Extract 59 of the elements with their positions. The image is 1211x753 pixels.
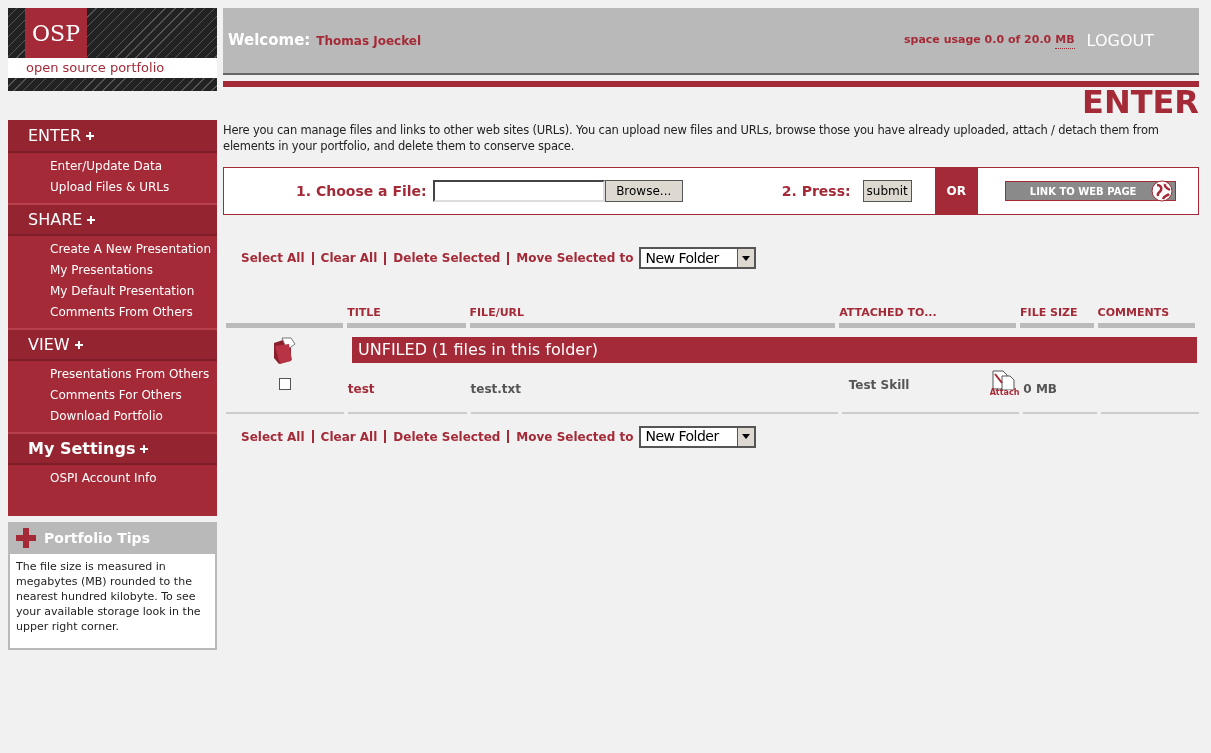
action-link[interactable]: Select All [241, 249, 305, 267]
page-title: ENTER [1082, 87, 1199, 117]
table-cell: test.txt [470, 381, 522, 396]
action-link[interactable]: Select All [241, 427, 305, 446]
checkbox[interactable] [278, 377, 291, 390]
move-label: Move Selected to [516, 428, 634, 446]
table-cell-text: Test Skill [847, 376, 910, 394]
logo-mark: OSP [25, 8, 87, 58]
column-header: FILE/URL [469, 305, 836, 328]
documents-icon [991, 369, 1018, 390]
sidebar-link[interactable]: OSPI Account Info [8, 468, 217, 489]
folder-dropdown[interactable]: New Folder [639, 247, 757, 269]
description: Here you can manage files and links to other web sites (URLs). You can upload new files and URLs, browse those you have already uploaded, attach / detach them from elements in your portfolio, and delete them to conserve space. [223, 122, 1160, 154]
space-usage: space usage 0.0 of 20.0 [904, 32, 1052, 49]
plus-icon [140, 444, 149, 453]
choose-file-label: 1. Choose a File: [296, 181, 427, 201]
folder-header: UNFILED (1 files in this folder) [352, 336, 1197, 363]
action-link[interactable]: Clear All [320, 249, 378, 267]
attach-link[interactable]: Attach [989, 369, 1020, 412]
folder-dropdown[interactable]: New Folder [639, 425, 757, 448]
sidebar-link[interactable]: Enter/Update Data [8, 156, 217, 177]
plus-icon [87, 215, 96, 224]
action-link[interactable]: Delete Selected [393, 427, 501, 446]
tips-text: The file size is measured in megabytes (MB) rounded to the nearest hundred kilobyte. To see your available storage look in the upper right corner. [10, 554, 215, 648]
welcome-label: Welcome: [228, 30, 311, 52]
sidebar-link[interactable]: My Presentations [8, 260, 217, 281]
column-header: COMMENTS [1097, 305, 1195, 328]
submit-button[interactable]: submit [862, 180, 912, 202]
sidebar-link[interactable]: Comments For Others [8, 385, 217, 406]
sidebar-link[interactable]: My Default Presentation [8, 281, 217, 302]
file-title-link[interactable]: test [347, 381, 375, 396]
section-header[interactable]: My Settings [8, 432, 217, 465]
move-label: Move Selected to [516, 250, 634, 267]
column-header: FILE SIZE [1020, 305, 1094, 328]
section-header[interactable]: ENTER [8, 120, 217, 153]
action-link[interactable]: Delete Selected [393, 249, 501, 267]
action-link[interactable]: Clear All [320, 427, 378, 446]
browse-button[interactable]: Browse... [604, 180, 683, 202]
section-header[interactable]: SHARE [8, 203, 217, 236]
plus-icon [86, 131, 95, 140]
sidebar-link[interactable]: Comments From Others [8, 302, 217, 323]
user-name: Thomas Joeckel [316, 32, 422, 50]
logo-tagline: open source portfolio [8, 58, 217, 78]
sidebar-link[interactable]: Download Portfolio [8, 406, 217, 427]
plus-icon [16, 528, 36, 548]
sidebar-link[interactable]: Upload Files & URLs [8, 177, 217, 198]
table-cell: 0 MB [1023, 381, 1057, 396]
sidebar-link[interactable]: Create A New Presentation [8, 239, 217, 260]
press-label: 2. Press: [781, 181, 851, 201]
space-unit: MB [1055, 31, 1075, 50]
or-label: OR [934, 168, 978, 214]
sidebar-link[interactable]: Presentations From Others [8, 364, 217, 385]
section-header[interactable]: VIEW [8, 328, 217, 361]
tips-title: Portfolio Tips [44, 528, 150, 548]
globe-icon [1150, 180, 1173, 202]
column-header: TITLE [347, 305, 466, 328]
plus-icon [74, 340, 83, 349]
column-header: ATTACHED TO... [839, 305, 1017, 328]
file-field[interactable] [432, 180, 605, 202]
